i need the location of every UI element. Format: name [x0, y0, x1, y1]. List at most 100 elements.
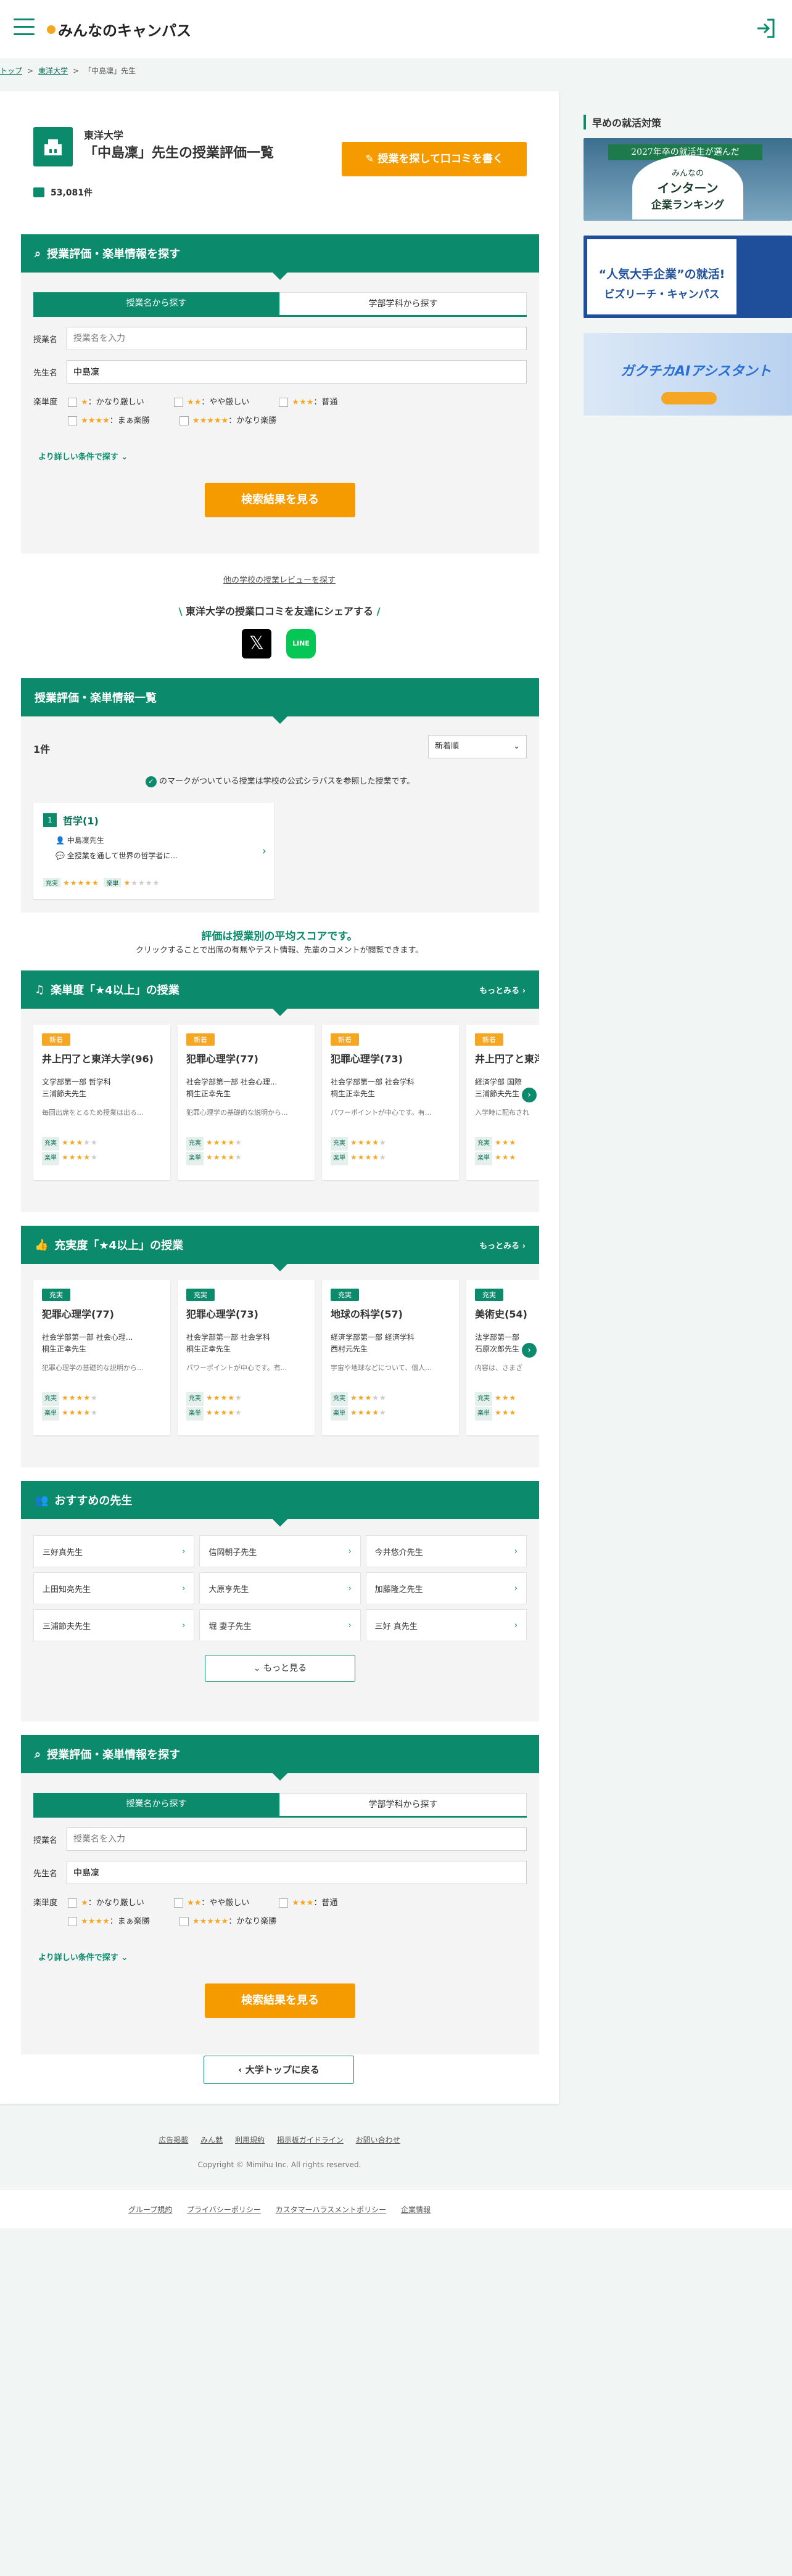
course-input[interactable]	[67, 327, 527, 350]
thumbs-up-icon: 👍	[35, 1238, 49, 1252]
course-ratings: 充実 ★★★★★ 楽単 ★★★★★	[43, 878, 264, 887]
breadcrumb-top[interactable]: トップ	[0, 65, 22, 76]
raku-section: ♫ 楽単度「★4以上」の授業 もっとみる › 新着 井上円了と東洋大学(96) 文学部第…	[21, 970, 539, 1212]
rate-checkbox-4[interactable]	[68, 416, 78, 425]
footer-link[interactable]: みん就	[200, 2136, 223, 2144]
teacher-link[interactable]: 三浦節夫先生 ›	[33, 1609, 195, 1641]
page-title: 「中島凜」先生の授業評価一覧	[84, 146, 274, 161]
rate-filter: 楽単度 ★：かなり厳しい ★★：やや厳しい ★★★：普通 ★★★★：まぁ楽勝 ★…	[33, 1898, 338, 1926]
course-card[interactable]: 新着 井上円了と東洋 経済学部 国際 三浦節夫先生 入学時に配布され 充実 ★★★ 楽単 ★★★	[466, 1025, 539, 1180]
footer-link[interactable]: 企業情報	[401, 2205, 431, 2214]
teacher-link[interactable]: 上田知亮先生 ›	[33, 1572, 195, 1604]
juu-more-link[interactable]: もっとみる ›	[479, 1239, 526, 1251]
back-to-university-button[interactable]: ‹ 大学トップに戻る	[204, 2056, 354, 2084]
rate-checkbox-1[interactable]	[68, 398, 78, 407]
footer-link[interactable]: 利用規約	[235, 2136, 265, 2144]
line-share-icon[interactable]: LINE	[286, 629, 316, 658]
bizreach-campus-banner[interactable]: “人気大手企業”の就活! ビズリーチ・キャンパス	[584, 236, 792, 318]
result-count: 1件	[33, 744, 51, 755]
rate-checkbox-2[interactable]	[173, 1898, 183, 1908]
search-panel: ⌕授業評価・楽単情報を探す 授業名から探す 学部学科から探す 授業名 先生名 楽…	[21, 234, 539, 554]
search-heading: ⌕ 授業評価・楽単情報を探す	[21, 1735, 539, 1781]
teacher-link[interactable]: 今井悠介先生 ›	[365, 1535, 527, 1567]
rate-checkbox-3[interactable]	[279, 398, 289, 407]
internship-ranking-banner[interactable]: 2027年卒の就活生が選んだ みんなの インターン 企業ランキング	[584, 138, 792, 221]
tab-course-name[interactable]: 授業名から探す	[33, 1793, 279, 1816]
show-more-button[interactable]: ⌄ もっと見る	[205, 1655, 355, 1682]
rate-checkbox-3[interactable]	[279, 1898, 289, 1908]
x-share-icon[interactable]: 𝕏	[242, 629, 271, 658]
teacher-link[interactable]: 大原亨先生 ›	[199, 1572, 361, 1604]
syllabus-note: ✓ のマークがついている授業は学校の公式シラバスを参照した授業です。	[21, 774, 539, 787]
gakuchika-ai-banner[interactable]: ガクチカAIアシスタント	[584, 333, 792, 416]
chevron-right-icon: ›	[262, 845, 266, 858]
teacher-link[interactable]: 堀 妻子先生 ›	[199, 1609, 361, 1641]
tab-department[interactable]: 学部学科から探す	[279, 1793, 527, 1816]
juu-section: 👍 充実度「★4以上」の授業 もっとみる › 充実 犯罪心理学(77) 社会学部第一部 …	[21, 1226, 539, 1467]
course-card[interactable]: 充実 犯罪心理学(73) 社会学部第一部 社会学科 桐生正幸先生 パワーポイントが中心で…	[178, 1280, 315, 1435]
rate-checkbox-5[interactable]	[179, 416, 189, 425]
course-card[interactable]: 充実 美術史(54) 法学部第一部 石原次郎先生 内容は、さまざ 充実 ★★★ 楽単 ★★★	[466, 1280, 539, 1435]
other-school-link[interactable]: 他の学校の授業レビューを探す	[0, 573, 559, 585]
breadcrumb: トップ > 東洋大学 > 「中島凜」先生	[0, 65, 136, 76]
university-name: 東洋大学	[84, 129, 124, 141]
menu-icon[interactable]	[14, 18, 35, 36]
juu-heading: 👍 充実度「★4以上」の授業 もっとみる ›	[21, 1226, 539, 1271]
course-card[interactable]: 新着 犯罪心理学(73) 社会学部第一部 社会学科 桐生正幸先生 パワーポイントが中心で…	[322, 1025, 459, 1180]
course-card[interactable]: 新着 井上円了と東洋大学(96) 文学部第一部 哲学科 三浦節夫先生 毎回出席をとるため…	[33, 1025, 170, 1180]
course-card[interactable]: 1 哲学(1) 👤 中島凜先生 💬 全授業を通して世界の哲学者に... 充実 ★★★…	[33, 803, 274, 899]
rate-checkbox-4[interactable]	[68, 1917, 78, 1926]
rate-filter: 楽単度 ★：かなり厳しい ★★：やや厳しい ★★★：普通 ★★★★：まぁ楽勝 ★…	[33, 398, 338, 425]
login-icon[interactable]	[754, 16, 778, 41]
footer-link[interactable]: お問い合わせ	[356, 2136, 400, 2144]
sidebar: 早めの就活対策 2027年卒の就活生が選んだ みんなの インターン 企業ランキング …	[584, 115, 792, 430]
list-heading: 授業評価・楽単情報一覧	[21, 678, 539, 724]
teacher-input[interactable]	[67, 1861, 527, 1884]
music-note-icon: ♫	[35, 983, 45, 996]
tab-department[interactable]: 学部学科から探す	[279, 292, 527, 315]
main-content: 東洋大学 「中島凜」先生の授業評価一覧 ✎ 授業を探して口コミを書く 53,08…	[0, 91, 559, 2104]
search-submit-button[interactable]: 検索結果を見る	[205, 1983, 355, 2018]
juu-carousel: 充実 犯罪心理学(77) 社会学部第一部 社会心理... 桐生正幸先生 犯罪心理学の基礎…	[21, 1264, 539, 1450]
footer: 広告掲載 みん就 利用規約 掲示板ガイドライン お問い合わせ Copyright…	[0, 2121, 792, 2188]
review-button[interactable]: ✎ 授業を探して口コミを書く	[342, 142, 527, 176]
tab-course-name[interactable]: 授業名から探す	[33, 292, 279, 315]
footer-link[interactable]: カスタマーハラスメントポリシー	[276, 2205, 387, 2214]
review-count: 53,081件	[33, 186, 93, 199]
search-icon: ⌕	[35, 1747, 41, 1761]
teacher-link[interactable]: 三好真先生 ›	[33, 1535, 195, 1567]
site-logo[interactable]: みんなのキャンパス	[47, 18, 191, 40]
raku-more-link[interactable]: もっとみる ›	[479, 984, 526, 996]
rank-badge: 1	[43, 813, 57, 827]
rate-checkbox-1[interactable]	[68, 1898, 78, 1908]
teacher-label: 先生名	[33, 1869, 58, 1879]
course-teacher: 👤 中島凜先生	[56, 836, 104, 845]
comment-icon	[33, 187, 44, 197]
sort-select[interactable]: 新着順 ⌄	[428, 735, 527, 758]
raku-heading: ♫ 楽単度「★4以上」の授業 もっとみる ›	[21, 970, 539, 1016]
teacher-link[interactable]: 三好 真先生 ›	[365, 1609, 527, 1641]
footer-link[interactable]: 広告掲載	[159, 2136, 188, 2144]
teacher-link[interactable]: 信岡朝子先生 ›	[199, 1535, 361, 1567]
course-card[interactable]: 充実 地球の科学(57) 経済学部第一部 経済学科 西村元先生 宇宙や地球などについて、…	[322, 1280, 459, 1435]
footer-link[interactable]: グループ規約	[128, 2205, 172, 2214]
chevron-down-icon: ⌄	[513, 742, 520, 751]
check-badge-icon: ✓	[145, 776, 157, 787]
footer-link[interactable]: プライバシーポリシー	[187, 2205, 261, 2214]
carousel-next-button[interactable]: ›	[522, 1343, 537, 1358]
carousel-next-button[interactable]: ›	[522, 1088, 537, 1102]
course-card[interactable]: 新着 犯罪心理学(77) 社会学部第一部 社会心理... 桐生正幸先生 犯罪心理学の基礎…	[178, 1025, 315, 1180]
search-panel-bottom: ⌕授業評価・楽単情報を探す 授業名から探す 学部学科から探す 授業名 先生名 楽…	[21, 1735, 539, 2054]
search-submit-button[interactable]: 検索結果を見る	[205, 483, 355, 517]
course-input[interactable]	[67, 1827, 527, 1851]
teacher-input[interactable]	[67, 360, 527, 384]
more-conditions-link[interactable]: より詳しい条件で探す ⌄	[38, 450, 539, 462]
more-conditions-link[interactable]: より詳しい条件で探す ⌄	[38, 1951, 539, 1963]
teacher-grid: 三好真先生 › 信岡朝子先生 › 今井悠介先生 › 上田知亮先生 › 大原亨先生 › 加藤…	[21, 1519, 539, 1641]
teacher-link[interactable]: 加藤隆之先生 ›	[365, 1572, 527, 1604]
footer-link[interactable]: 掲示板ガイドライン	[277, 2136, 344, 2144]
course-card[interactable]: 充実 犯罪心理学(77) 社会学部第一部 社会心理... 桐生正幸先生 犯罪心理学の基礎…	[33, 1280, 170, 1435]
rate-checkbox-2[interactable]	[173, 398, 183, 407]
rate-checkbox-5[interactable]	[179, 1917, 189, 1926]
breadcrumb-university[interactable]: 東洋大学	[38, 65, 68, 76]
